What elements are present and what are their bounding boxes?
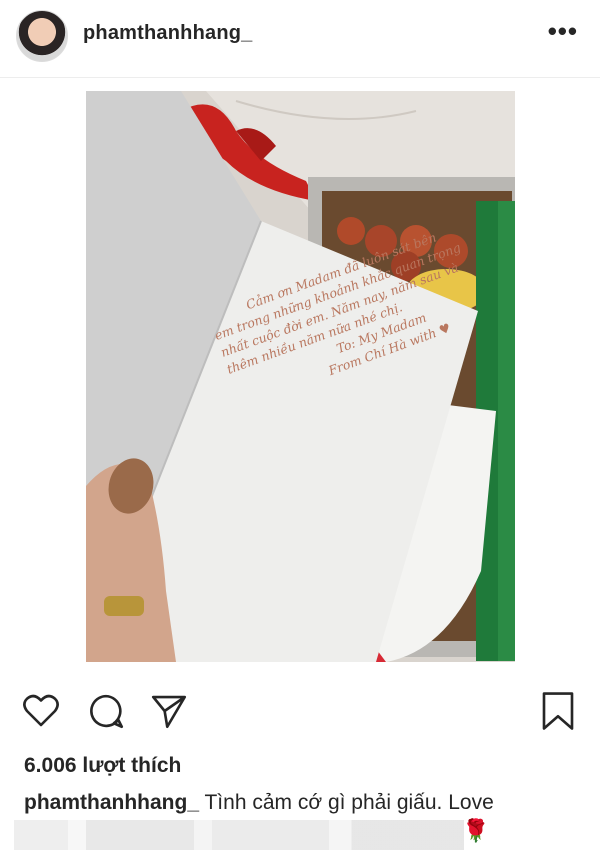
share-icon[interactable]: [148, 690, 190, 732]
rose-emoji: 🌹: [462, 818, 490, 843]
heart-icon[interactable]: [20, 690, 62, 732]
caption-username[interactable]: phamthanhhang_: [24, 791, 199, 814]
bookmark-icon[interactable]: [537, 690, 579, 732]
action-bar: [0, 690, 600, 738]
blurred-caption-line: [14, 820, 464, 850]
caption-text: Tình cảm cớ gì phải giấu. Love: [204, 791, 494, 814]
post-image[interactable]: Cảm ơn Madam đã luôn sát bên em trong nh…: [86, 91, 515, 662]
comment-icon[interactable]: [85, 690, 127, 732]
avatar[interactable]: [16, 10, 68, 62]
username[interactable]: phamthanhhang_: [83, 22, 252, 45]
likes-count[interactable]: 6.006 lượt thích: [24, 754, 181, 778]
post-header: phamthanhhang_ •••: [0, 0, 600, 78]
caption: phamthanhhang_ Tình cảm cớ gì phải giấu.…: [24, 791, 494, 815]
more-options-icon[interactable]: •••: [548, 18, 578, 44]
